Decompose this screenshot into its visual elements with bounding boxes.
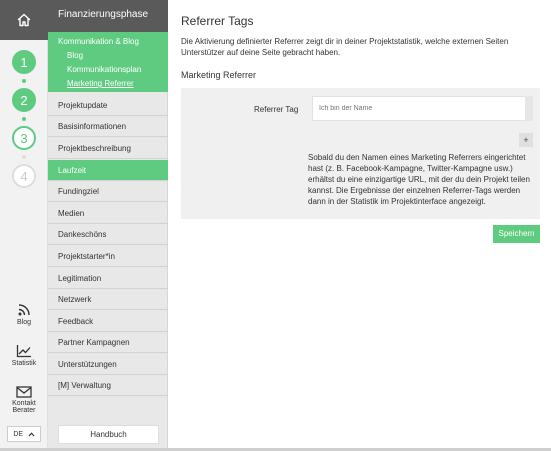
nav-subitem-marketing-referrer[interactable]: Marketing Referrer <box>58 79 168 93</box>
phase-title: Finanzierungsphase <box>48 0 168 32</box>
referrer-card: Referrer Tag + Sobald du den Namen eines… <box>181 88 540 219</box>
statistik-label: Statistik <box>11 360 37 367</box>
input-scrollbar[interactable] <box>525 96 533 121</box>
page-title: Referrer Tags <box>181 14 254 28</box>
referrer-tag-label: Referrer Tag <box>254 105 299 114</box>
nav-subitem-kommunikationsplan[interactable]: Kommunikationsplan <box>58 65 168 79</box>
help-text: Sobald du den Namen eines Marketing Refe… <box>308 153 530 206</box>
nav-item-netzwerk[interactable]: Netzwerk <box>48 289 168 310</box>
language-select[interactable]: DE <box>7 426 41 442</box>
nav-item-medien[interactable]: Medien <box>48 203 168 224</box>
nav-item-legitimation[interactable]: Legitimation <box>48 268 168 289</box>
nav-item-verwaltung[interactable]: [M] Verwaltung <box>48 375 168 396</box>
handbuch-button[interactable]: Handbuch <box>58 425 159 444</box>
nav-item-laufzeit[interactable]: Laufzeit <box>48 160 168 181</box>
add-referrer-button[interactable]: + <box>519 133 533 147</box>
blog-label: Blog <box>16 319 31 326</box>
nav-group-kommunikation: Kommunikation & Blog Blog Kommunikations… <box>48 32 168 92</box>
kontakt-link[interactable]: Kontakt Berater <box>0 386 48 414</box>
step-1[interactable]: 1 <box>12 50 36 74</box>
mail-icon <box>16 386 32 398</box>
chart-icon <box>16 345 31 358</box>
home-icon <box>17 13 31 27</box>
rss-icon <box>18 304 30 316</box>
step-connector <box>22 117 26 121</box>
step-connector <box>22 79 26 83</box>
nav-item-projektupdate[interactable]: Projektupdate <box>48 95 168 116</box>
nav-item-partner-kampagnen[interactable]: Partner Kampagnen <box>48 332 168 353</box>
nav-subitem-blog[interactable]: Blog <box>58 51 168 65</box>
nav-item-dankeschoens[interactable]: Dankeschöns <box>48 224 168 245</box>
nav-item-projektbeschreibung[interactable]: Projektbeschreibung <box>48 138 168 159</box>
nav-group-title[interactable]: Kommunikation & Blog <box>58 37 168 51</box>
nav-item-unterstuetzungen[interactable]: Unterstützungen <box>48 354 168 375</box>
nav-item-fundingziel[interactable]: Fundingziel <box>48 181 168 202</box>
step-connector <box>22 155 26 159</box>
nav-item-projektstarter[interactable]: Projektstarter*in <box>48 246 168 267</box>
main-content: Referrer Tags Die Aktivierung definierte… <box>169 0 551 451</box>
nav-item-feedback[interactable]: Feedback <box>48 311 168 332</box>
section-title: Marketing Referrer <box>181 70 257 80</box>
statistik-link[interactable]: Statistik <box>0 344 48 367</box>
step-3[interactable]: 3 <box>12 126 36 150</box>
section-nav: Finanzierungsphase Kommunikation & Blog … <box>48 0 168 451</box>
save-button[interactable]: Speichern <box>493 225 540 243</box>
nav-item-basisinformationen[interactable]: Basisinformationen <box>48 116 168 137</box>
step-2[interactable]: 2 <box>12 88 36 112</box>
language-value: DE <box>13 430 24 438</box>
chevron-up-icon <box>28 431 35 436</box>
kontakt-label: Kontakt Berater <box>12 400 36 414</box>
blog-link[interactable]: Blog <box>0 303 48 326</box>
step-4[interactable]: 4 <box>12 164 36 188</box>
intro-text: Die Aktivierung definierter Referrer zei… <box>181 37 509 57</box>
icon-rail: 1 2 3 4 Blog Statistik Kontakt Berater D… <box>0 0 48 451</box>
referrer-tag-input[interactable] <box>312 96 533 121</box>
home-button[interactable] <box>0 0 48 40</box>
